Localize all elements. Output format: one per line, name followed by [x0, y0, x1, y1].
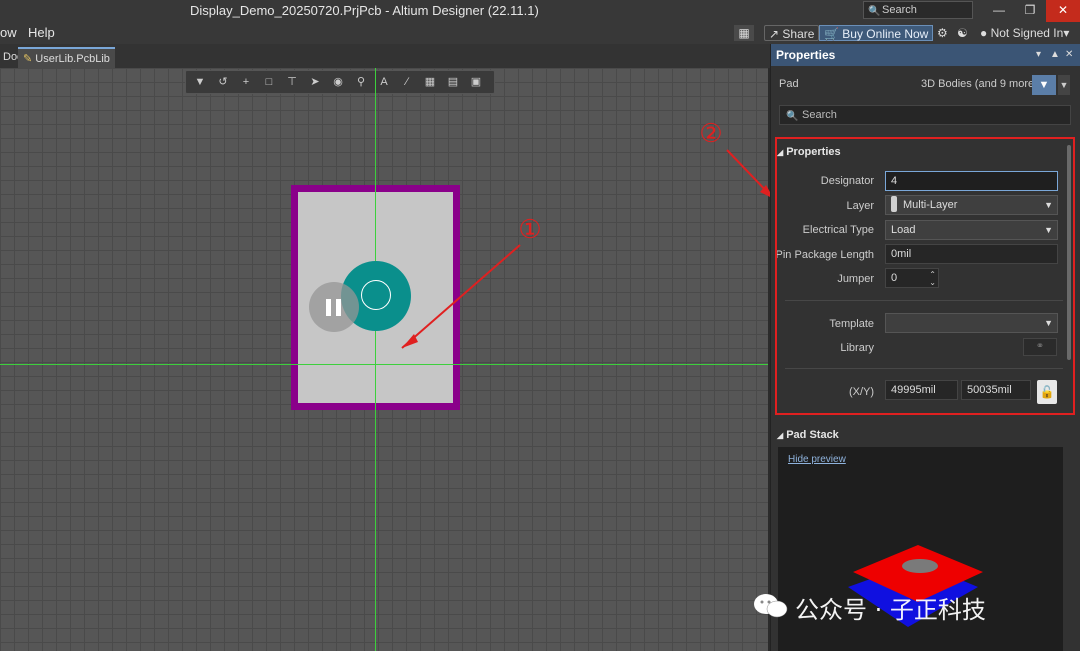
watermark-text: 公众号 · 子正科技: [795, 596, 986, 624]
wechat-icon: [754, 594, 788, 618]
panel-search-input[interactable]: 🔍 Search: [779, 105, 1071, 125]
annotation-highlight-box: [775, 137, 1075, 415]
filter-summary: 3D Bodies (and 9 more): [921, 78, 1038, 90]
filter-funnel-icon: ▼: [1038, 79, 1050, 91]
panel-close-icon[interactable]: ✕: [1065, 44, 1073, 66]
panel-title: Properties: [776, 48, 836, 62]
properties-panel-header: Properties ▾ ▲ ✕: [771, 44, 1080, 66]
panel-menu-icon[interactable]: ▾: [1036, 44, 1041, 66]
panel-search-placeholder: Search: [802, 109, 837, 121]
drill-hole: [902, 559, 938, 573]
object-type-label: Pad: [779, 78, 799, 90]
selection-filter-button[interactable]: ▼: [1032, 75, 1056, 95]
annotation-marker-2: ②: [699, 118, 723, 148]
search-icon: 🔍: [786, 111, 799, 122]
annotation-marker-1: ①: [518, 214, 542, 244]
selection-filter-dropdown[interactable]: ▼: [1058, 75, 1070, 95]
pad-stack-section-label: Pad Stack: [786, 429, 839, 441]
pad-stack-section-header[interactable]: ◢ Pad Stack: [777, 429, 839, 441]
annotation-arrow-1: [401, 244, 521, 349]
panel-pin-icon[interactable]: ▲: [1050, 44, 1060, 66]
collapse-triangle-icon: ◢: [777, 431, 784, 440]
